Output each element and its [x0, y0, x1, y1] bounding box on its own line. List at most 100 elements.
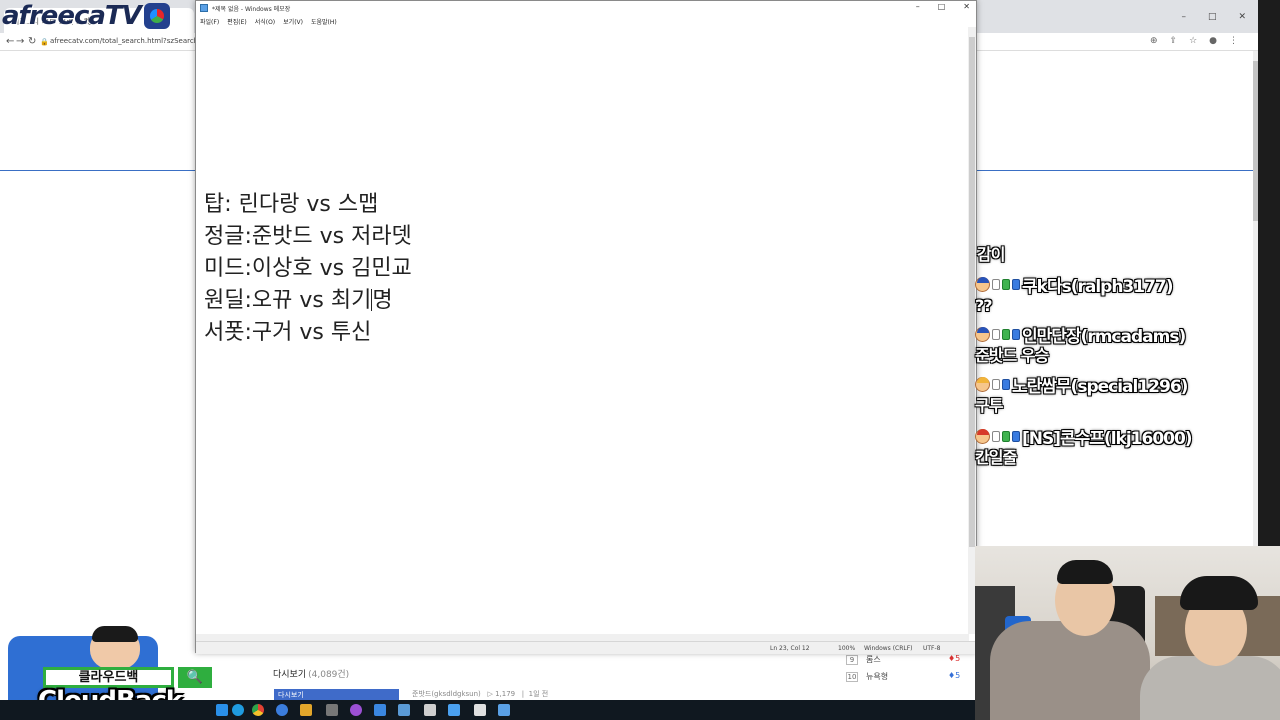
bookmark-star-icon[interactable]: ☆ [1189, 36, 1197, 46]
notepad-titlebar[interactable]: *제목 없음 - Windows 메모장 – □ ✕ [196, 1, 976, 15]
replay-views: ▷ 1,179 [487, 690, 516, 698]
ranking-list: 9 롬스 ♦5 10 뉴욕형 ♦5 [836, 652, 971, 700]
menu-file[interactable]: 파일(F) [200, 15, 219, 27]
chat-message-text: ?? [975, 296, 993, 315]
app-icon[interactable] [374, 704, 386, 716]
start-icon[interactable] [216, 704, 228, 716]
rank-number: 9 [846, 655, 858, 665]
app-icon[interactable] [326, 704, 338, 716]
menu-view[interactable]: 보기(V) [283, 15, 303, 27]
replay-count: (4,089건) [308, 670, 350, 680]
chat-message: [NS]콘수프(lkj16000) 칸일줄 [975, 425, 1193, 469]
chat-username: 노란쌈무(special1296) [1012, 376, 1188, 397]
user-avatar-icon [975, 276, 990, 292]
webcam-person-left [990, 621, 1150, 720]
webcam-feed [975, 546, 1280, 720]
app-icon[interactable] [350, 704, 362, 716]
streamer-name-box: 클라우드백 [43, 667, 174, 688]
back-icon[interactable]: ← [6, 36, 14, 47]
menu-kebab-icon[interactable]: ⋮ [1229, 36, 1238, 46]
subscriber-badge-icon [1012, 328, 1020, 340]
app-icon[interactable] [448, 704, 460, 716]
replay-age: 1일 전 [528, 690, 549, 698]
replay-section-title: 다시보기 (4,089건) [273, 670, 350, 680]
menu-format[interactable]: 서식(O) [255, 15, 275, 27]
notepad-taskbar-icon[interactable] [498, 704, 510, 716]
text-line: 서폿:구거 vs 투신 [204, 320, 372, 345]
chat-message: 인만단장(rmcadams) 준밧드 우승 [975, 323, 1186, 367]
line-ending: Windows (CRLF) [864, 645, 913, 652]
notepad-content: 탑: 린다랑 vs 스맵 정글:준밧드 vs 저라뎃 미드:이상호 vs 김민교… [204, 189, 412, 349]
notepad-window-controls: – □ ✕ [916, 2, 970, 11]
minimize-button[interactable]: – [1181, 12, 1186, 22]
profile-icon[interactable]: ● [1209, 36, 1217, 46]
maximize-button[interactable]: □ [938, 2, 946, 11]
replay-author[interactable]: 준밧드(gksdldgksun) [412, 690, 481, 698]
chrome-icon[interactable] [252, 704, 264, 716]
app-icon[interactable] [398, 704, 410, 716]
notepad-taskbar-icon[interactable] [474, 704, 486, 716]
notepad-text-area[interactable]: 탑: 린다랑 vs 스맵 정글:준밧드 vs 저라뎃 미드:이상호 vs 김민교… [196, 27, 969, 634]
rank-number: 10 [846, 672, 858, 682]
browser-window-controls: – □ ✕ [1181, 12, 1246, 22]
mobile-badge-icon [992, 278, 1000, 290]
text-line: 미드:이상호 vs 김민교 [204, 256, 412, 281]
minimize-button[interactable]: – [916, 2, 920, 11]
notepad-menubar: 파일(F) 편집(E) 서식(O) 보기(V) 도움말(H) [196, 15, 976, 27]
chat-username: [NS]콘수프(lkj16000) [1022, 428, 1193, 449]
stream-logo-text: afreecaTV [2, 1, 142, 31]
reload-icon[interactable]: ↻ [28, 36, 36, 47]
page-scrollbar-thumb[interactable] [1253, 61, 1258, 221]
user-avatar-icon [975, 326, 990, 342]
subscriber-badge-icon [1002, 378, 1010, 390]
user-avatar-icon [975, 428, 990, 444]
mobile-badge-icon [992, 328, 1000, 340]
fan-badge-icon [1002, 278, 1010, 290]
close-button[interactable]: ✕ [1238, 12, 1246, 22]
webcam-person-right-hair [1180, 576, 1258, 610]
chat-message: 쿠k다s(ralph3177) ?? [975, 273, 1174, 317]
subscriber-badge-icon [1012, 278, 1020, 290]
search-button[interactable]: 🔍 [178, 667, 212, 688]
edge-icon[interactable] [232, 704, 244, 716]
list-item[interactable]: 10 뉴욕형 [846, 671, 888, 682]
chat-message-text: 준밧드 우승 [975, 346, 1049, 365]
menu-help[interactable]: 도움말(H) [311, 15, 337, 27]
replay-tab[interactable]: 다시보기 [274, 689, 399, 700]
close-button[interactable]: ✕ [963, 2, 970, 11]
text-line: 원딜:오뀨 vs 최기명 [204, 288, 393, 313]
streamer-hair [92, 626, 138, 642]
encoding: UTF-8 [923, 645, 941, 652]
fan-badge-icon [1002, 430, 1010, 442]
notepad-horizontal-scrollbar[interactable] [196, 634, 969, 641]
tv-logo-icon [143, 3, 170, 29]
zoom-icon[interactable]: ⊕ [1150, 36, 1158, 46]
mobile-badge-icon [992, 430, 1000, 442]
maximize-button[interactable]: □ [1208, 12, 1217, 22]
app-icon[interactable] [424, 704, 436, 716]
text-line: 정글:준밧드 vs 저라뎃 [204, 224, 412, 249]
list-item[interactable]: 9 롬스 [846, 654, 881, 665]
browser-toolbar-icons: ⊕ ⇪ ☆ ● ⋮ [1150, 36, 1238, 46]
windows-taskbar [0, 700, 975, 720]
notepad-icon [200, 4, 208, 12]
share-icon[interactable]: ⇪ [1170, 36, 1178, 46]
menu-edit[interactable]: 편집(E) [227, 15, 247, 27]
app-icon[interactable] [276, 704, 288, 716]
chat-username: 인만단장(rmcadams) [1022, 326, 1186, 347]
user-avatar-icon [975, 376, 990, 392]
webcam-person-right [1140, 656, 1280, 720]
subscriber-badge-icon [1012, 430, 1020, 442]
cursor-position: Ln 23, Col 12 [770, 645, 810, 652]
folder-icon[interactable] [300, 704, 312, 716]
chat-username: 쿠k다s(ralph3177) [1022, 276, 1174, 297]
zoom-level: 100% [838, 645, 856, 652]
rank-name: 롬스 [866, 655, 881, 664]
chat-message-text: 감이 [977, 245, 1005, 264]
mobile-badge-icon [992, 378, 1000, 390]
stream-logo: afreecaTV [0, 0, 170, 32]
lock-icon: 🔒 [40, 38, 49, 46]
chat-message-text: 구투 [975, 396, 1003, 415]
forward-icon[interactable]: → [16, 36, 24, 47]
rank-score: ♦5 [948, 671, 961, 680]
